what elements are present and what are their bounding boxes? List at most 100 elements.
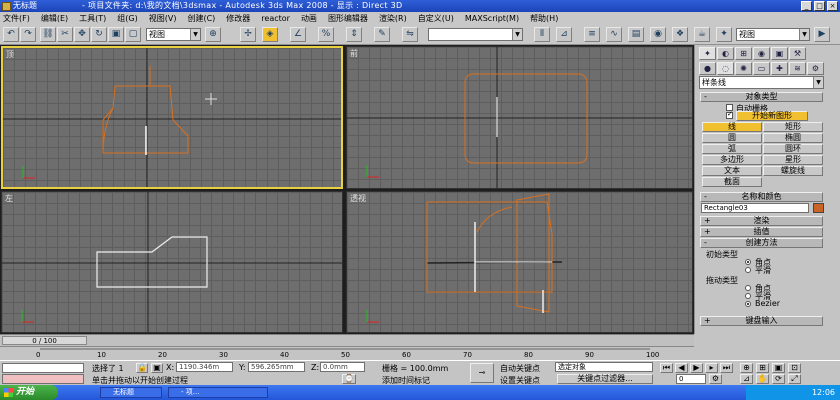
motion-tab-icon[interactable]: ◉: [753, 47, 770, 60]
undo-icon[interactable]: ↶: [3, 27, 19, 42]
time-slider[interactable]: 0 / 100: [2, 336, 87, 345]
select-link-icon[interactable]: ⛓: [40, 27, 56, 42]
y-coordinate-field[interactable]: 596.265mm: [248, 362, 305, 372]
spinner-snap-icon[interactable]: ⇕: [346, 27, 362, 42]
render-setup-icon[interactable]: ❖: [672, 27, 688, 42]
auto-key-label[interactable]: 自动关键点: [500, 363, 540, 374]
drag-bezier-radio[interactable]: [745, 301, 751, 307]
shape-line-button[interactable]: 线: [702, 122, 762, 132]
utilities-tab-icon[interactable]: ⚒: [789, 47, 806, 60]
go-to-end-icon[interactable]: ⏭: [720, 363, 733, 373]
initial-smooth-radio[interactable]: [745, 267, 751, 273]
select-move-icon[interactable]: ✥: [74, 27, 90, 42]
shape-ellipse-button[interactable]: 椭圆: [763, 133, 823, 143]
shape-star-button[interactable]: 星形: [763, 155, 823, 165]
shape-circle-button[interactable]: 圆: [702, 133, 762, 143]
hierarchy-tab-icon[interactable]: ⊞: [735, 47, 752, 60]
menu-modifiers[interactable]: 修改器: [223, 12, 253, 25]
shape-rectangle-button[interactable]: 矩形: [763, 122, 823, 132]
menu-animation[interactable]: 动画: [298, 12, 320, 25]
previous-frame-icon[interactable]: ◀: [675, 363, 688, 373]
start-new-shape-checkbox[interactable]: ✓: [726, 110, 733, 119]
menu-customize[interactable]: 自定义(U): [415, 12, 457, 25]
named-view-dropdown[interactable]: 视图 ▼: [736, 28, 810, 41]
rollout-interpolation[interactable]: + 插值: [700, 227, 823, 237]
go-to-start-icon[interactable]: ⏮: [660, 363, 673, 373]
material-editor-icon[interactable]: ◉: [650, 27, 666, 42]
orbit-icon[interactable]: ⟳: [772, 374, 785, 384]
time-config-icon[interactable]: ⚙: [709, 374, 722, 384]
rollout-name-color[interactable]: - 名称和颜色: [700, 192, 823, 202]
reference-coord-dropdown[interactable]: 视图 ▼: [146, 28, 201, 41]
snap-toggle-icon[interactable]: ◈: [262, 27, 278, 42]
create-tab-icon[interactable]: ✦: [699, 47, 716, 60]
viewport-top[interactable]: 顶: [1, 46, 343, 189]
zoom-extents-all-icon[interactable]: ⊡: [788, 363, 801, 373]
rollout-creation-method[interactable]: - 创建方法: [700, 238, 823, 248]
object-color-swatch[interactable]: [813, 203, 824, 213]
zoom-all-icon[interactable]: ⊞: [756, 363, 769, 373]
render-production-icon[interactable]: ▶: [814, 27, 830, 42]
x-coordinate-field[interactable]: 1190.346m: [176, 362, 233, 372]
mirror-icon[interactable]: ⇋: [402, 27, 418, 42]
pan-icon[interactable]: ✋: [756, 374, 769, 384]
taskbar-item-3dsmax[interactable]: - 项...: [168, 387, 268, 398]
menu-rendering[interactable]: 渲染(R): [376, 12, 410, 25]
maxscript-listener[interactable]: [2, 363, 84, 373]
field-of-view-icon[interactable]: ⊿: [740, 374, 753, 384]
next-frame-icon[interactable]: ▸: [705, 363, 718, 373]
select-scale-icon[interactable]: ▣: [108, 27, 124, 42]
zoom-extents-icon[interactable]: ▣: [772, 363, 785, 373]
zoom-icon[interactable]: ⊕: [740, 363, 753, 373]
viewport-left[interactable]: 左: [1, 191, 343, 333]
named-selection-sets-dropdown[interactable]: ▼: [428, 28, 523, 41]
viewport-perspective[interactable]: 透视: [346, 191, 693, 333]
start-new-shape-button[interactable]: 开始新图形: [736, 111, 808, 121]
shape-section-button[interactable]: 截面: [702, 177, 762, 187]
display-tab-icon[interactable]: ▣: [771, 47, 788, 60]
minimize-button[interactable]: _: [801, 1, 812, 11]
render-icon[interactable]: ✦: [716, 27, 732, 42]
initial-corner-radio[interactable]: [745, 259, 751, 265]
named-selection-icon[interactable]: ✎: [374, 27, 390, 42]
redo-icon[interactable]: ↷: [20, 27, 36, 42]
quick-render-icon[interactable]: ☕: [694, 27, 710, 42]
select-object-icon[interactable]: ▢: [125, 27, 141, 42]
percent-snap-icon[interactable]: %: [318, 27, 334, 42]
start-button[interactable]: 开始: [0, 385, 58, 400]
menu-edit[interactable]: 编辑(E): [38, 12, 71, 25]
systems-icon[interactable]: ⚙: [807, 62, 824, 75]
mirror-tool-icon[interactable]: ⫴: [534, 27, 550, 42]
helpers-icon[interactable]: ✚: [771, 62, 788, 75]
maxscript-output[interactable]: [2, 374, 84, 384]
pivot-center-icon[interactable]: ⊕: [205, 27, 221, 42]
spacewarps-icon[interactable]: ≋: [789, 62, 806, 75]
shape-donut-button[interactable]: 圆环: [763, 144, 823, 154]
viewport-front[interactable]: 前: [346, 46, 693, 189]
shape-arc-button[interactable]: 弧: [702, 144, 762, 154]
rollout-object-type[interactable]: - 对象类型: [700, 92, 823, 102]
menu-reactor[interactable]: reactor: [258, 12, 293, 25]
menu-maxscript[interactable]: MAXScript(M): [462, 12, 522, 25]
lights-icon[interactable]: ✺: [735, 62, 752, 75]
shape-text-button[interactable]: 文本: [702, 166, 762, 176]
absolute-mode-icon[interactable]: ▣: [151, 363, 163, 373]
schematic-view-icon[interactable]: ▤: [628, 27, 644, 42]
curve-editor-icon[interactable]: ∿: [606, 27, 622, 42]
object-name-input[interactable]: Rectangle03: [701, 203, 809, 213]
key-filters-button[interactable]: 关键点过滤器...: [557, 374, 653, 384]
layer-manager-icon[interactable]: ≡: [584, 27, 600, 42]
shapes-icon[interactable]: ◌: [717, 62, 734, 75]
track-bar[interactable]: 0 10 20 30 40 50 60 70 80 90 100: [0, 346, 694, 360]
menu-help[interactable]: 帮助(H): [527, 12, 561, 25]
menu-file[interactable]: 文件(F): [0, 12, 33, 25]
drag-corner-radio[interactable]: [745, 285, 751, 291]
menu-views[interactable]: 视图(V): [146, 12, 180, 25]
select-manipulate-icon[interactable]: ✢: [240, 27, 256, 42]
shape-helix-button[interactable]: 螺旋线: [763, 166, 823, 176]
select-rotate-icon[interactable]: ↻: [91, 27, 107, 42]
play-icon[interactable]: ▶: [690, 363, 703, 373]
set-key-icon[interactable]: ⊸: [470, 363, 494, 383]
menu-tools[interactable]: 工具(T): [76, 12, 109, 25]
current-frame-field[interactable]: 0: [676, 374, 706, 384]
